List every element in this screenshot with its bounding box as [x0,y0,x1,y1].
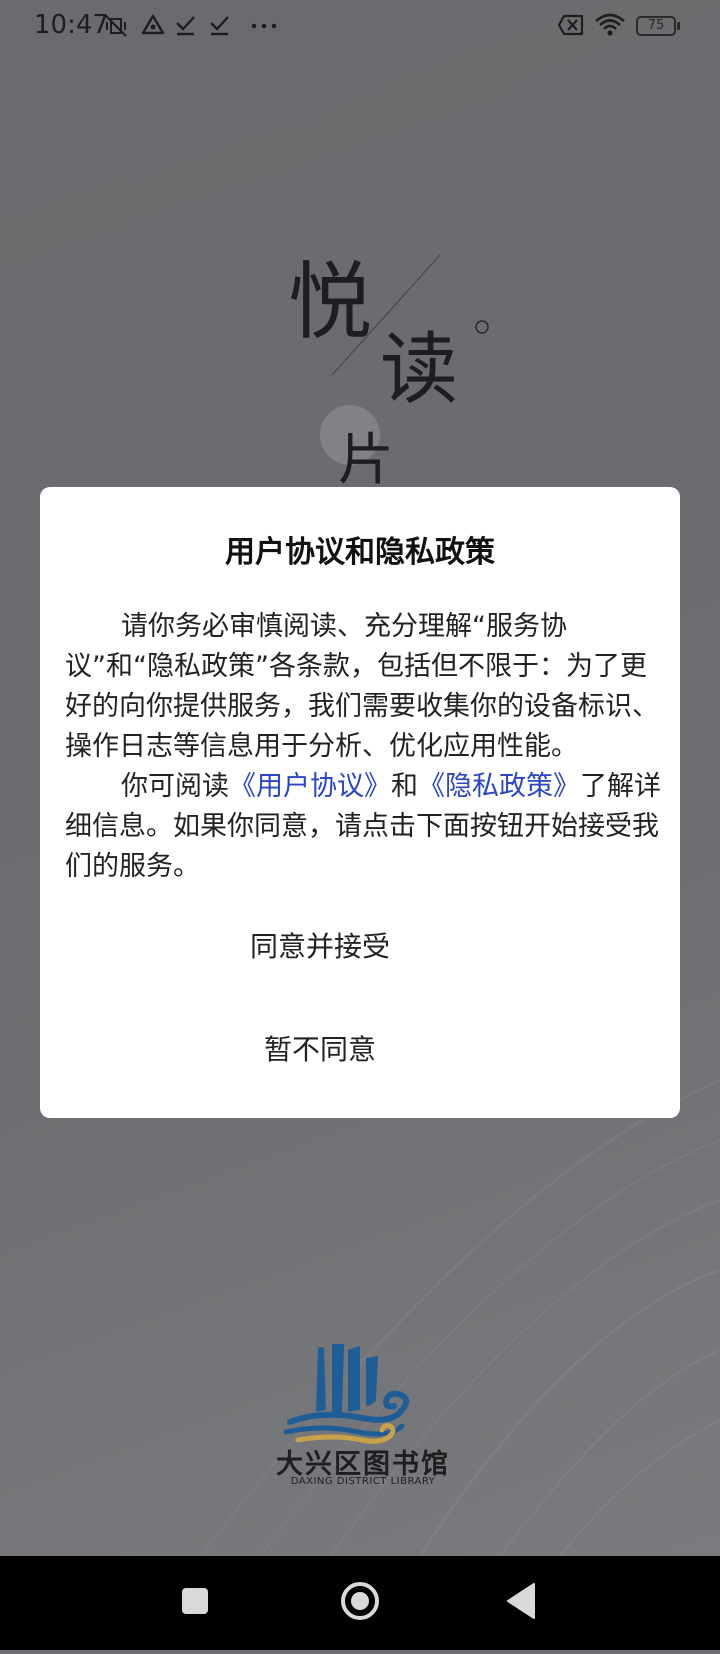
dialog-paragraph-1: 请你务必审慎阅读、充分理解“服务协议”和“隐私政策”各条款，包括但不限于：为了更… [65,611,659,762]
splash-char-1: 悦 [288,253,373,351]
battery-tip [677,22,680,30]
library-name-en: DAXING DISTRICT LIBRARY [290,1476,436,1487]
p2-and: 和 [391,771,418,802]
recents-button[interactable] [145,1556,245,1650]
navigation-bar [0,1556,720,1650]
agree-button[interactable]: 同意并接受 [0,925,640,965]
splash-artwork: 悦 读 片 [288,235,510,495]
p2-prefix: 你可阅读 [121,771,229,802]
home-circle-icon [341,1582,379,1620]
privacy-policy-link[interactable]: 《隐私政策》 [418,771,580,802]
back-triangle-icon [507,1583,535,1619]
recents-square-icon [182,1588,208,1614]
more-dots-icon [251,23,277,29]
splash-char-2: 读 [380,325,459,415]
status-bar: 10:47 75 [0,0,720,54]
back-button[interactable] [472,1556,572,1650]
triangle-app-icon [141,14,165,35]
dialog-paragraph-2: 你可阅读《用户协议》和《隐私政策》了解详细信息。如果你同意，请点击下面按钮开始接… [65,767,665,887]
privacy-dialog: 用户协议和隐私政策 请你务必审慎阅读、充分理解“服务协议”和“隐私政策”各条款，… [40,487,680,1118]
check-icon [176,16,195,36]
wifi-icon [595,13,625,36]
mute-vibrate-icon [105,15,127,37]
check-icon [210,16,229,36]
user-agreement-link[interactable]: 《用户协议》 [229,771,391,802]
home-button[interactable] [310,1556,410,1650]
status-time: 10:47 [34,10,109,40]
splash-char-3: 片 [338,428,394,493]
dialog-body: 请你务必审慎阅读、充分理解“服务协议”和“隐私政策”各条款，包括但不限于：为了更… [65,607,665,887]
disagree-button[interactable]: 暂不同意 [0,1028,640,1068]
dialog-title: 用户协议和隐私政策 [225,535,495,570]
battery-indicator: 75 [636,16,676,36]
sim-off-icon [557,14,584,36]
